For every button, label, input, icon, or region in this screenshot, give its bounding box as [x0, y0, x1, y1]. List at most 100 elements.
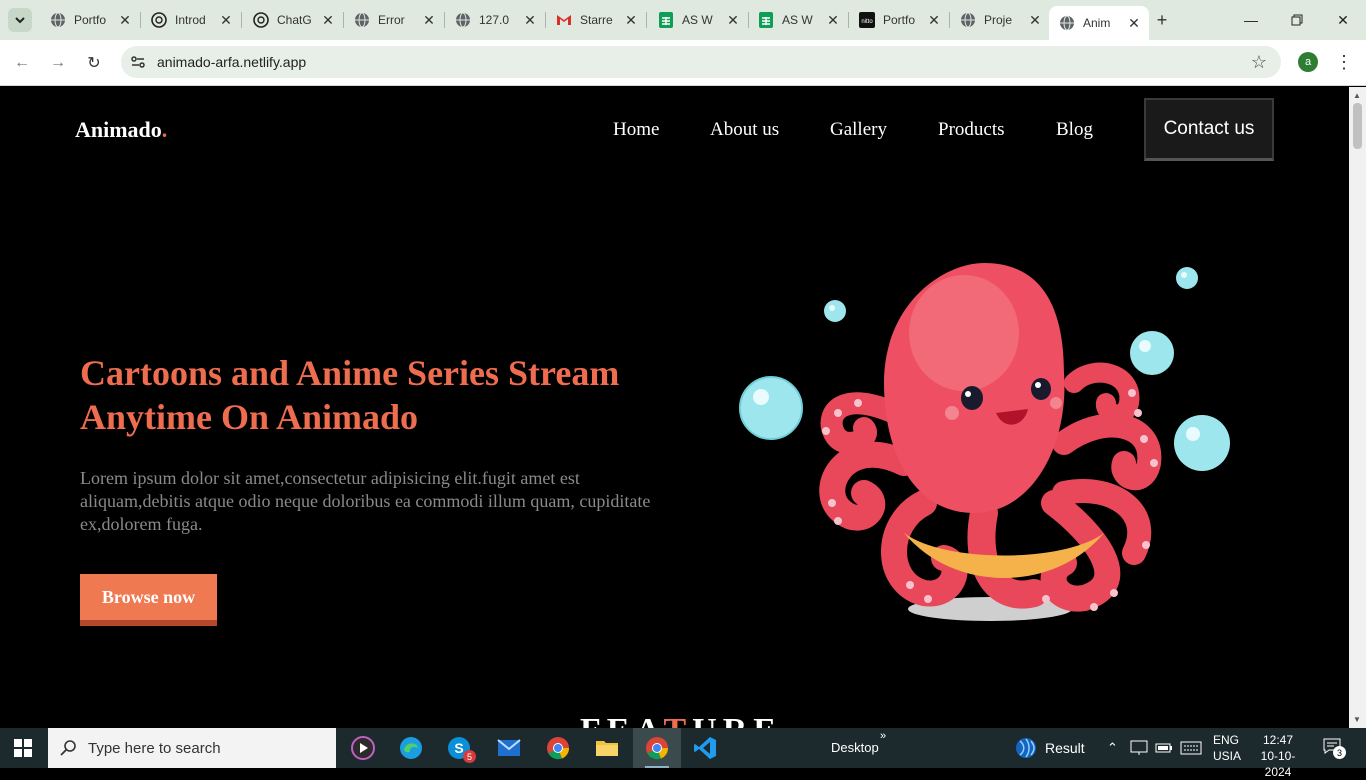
restore-button[interactable] [1282, 8, 1312, 32]
close-tab-icon[interactable]: ✕ [824, 11, 842, 29]
openai-icon [151, 12, 167, 28]
close-tab-icon[interactable]: ✕ [724, 11, 742, 29]
site-info-icon[interactable] [129, 53, 147, 71]
browser-tab[interactable]: nitto Portfo ✕ [849, 6, 950, 34]
reload-button[interactable]: ↻ [83, 52, 105, 74]
taskbar-search-box[interactable]: Type here to search [48, 728, 336, 768]
browser-tab[interactable]: Portfo ✕ [40, 6, 141, 34]
sheets-icon [758, 12, 774, 28]
nav-blog[interactable]: Blog [1056, 119, 1093, 141]
sheets-icon [658, 12, 674, 28]
feature-heading: FEATURE [580, 712, 782, 728]
forward-button[interactable]: → [47, 52, 69, 74]
tab-title: Starre [580, 13, 613, 27]
globe-icon [1059, 15, 1075, 31]
tab-title: Introd [175, 13, 206, 27]
close-tab-icon[interactable]: ✕ [116, 11, 134, 29]
tab-search-button[interactable] [8, 8, 32, 32]
close-tab-icon[interactable]: ✕ [217, 11, 235, 29]
notification-center[interactable]: 3 [1323, 738, 1346, 759]
clock-date: 10-10-2024 [1260, 749, 1296, 779]
browse-now-button[interactable]: Browse now [80, 574, 217, 626]
language-code: ENG [1213, 733, 1240, 747]
browser-tab[interactable]: AS W ✕ [748, 6, 849, 34]
battery-icon[interactable] [1155, 741, 1173, 755]
display-icon[interactable] [1130, 740, 1148, 756]
browser-tab[interactable]: Error ✕ [344, 6, 445, 34]
tab-title: Error [378, 13, 405, 27]
feature-heading-prefix: FEA [580, 712, 663, 728]
logo-dot: . [161, 117, 168, 142]
close-tab-icon[interactable]: ✕ [319, 11, 337, 29]
browser-tab[interactable]: AS W ✕ [648, 6, 749, 34]
windows-start-icon[interactable] [14, 739, 32, 757]
tab-title: ChatG [277, 13, 312, 27]
minimize-button[interactable]: — [1236, 8, 1266, 32]
bookmark-star-icon[interactable]: ☆ [1251, 52, 1267, 73]
close-tab-icon[interactable]: ✕ [420, 11, 438, 29]
tab-title: AS W [682, 13, 713, 27]
contact-us-button[interactable]: Contact us [1144, 98, 1274, 161]
chrome-profile-icon[interactable] [633, 728, 681, 768]
keyboard-icon[interactable] [1180, 741, 1202, 755]
skype-badge: 5 [463, 750, 476, 763]
close-tab-icon[interactable]: ✕ [925, 11, 943, 29]
close-tab-icon[interactable]: ✕ [521, 11, 539, 29]
close-tab-icon[interactable]: ✕ [1125, 14, 1143, 32]
cricket-ball-icon[interactable] [1015, 737, 1037, 759]
octopus-illustration [739, 263, 1230, 621]
omnibox[interactable]: animado-arfa.netlify.app ☆ [121, 46, 1281, 78]
feature-heading-suffix: URE [692, 712, 782, 728]
windows-taskbar: Type here to search S 5 Desktop » Result… [0, 728, 1366, 779]
logo-text: Animado [75, 117, 162, 142]
tab-title: AS W [782, 13, 813, 27]
openai-icon [253, 12, 269, 28]
svg-text:nitto: nitto [861, 19, 873, 25]
browser-menu-icon[interactable]: ⋮ [1335, 50, 1353, 74]
tab-title: Portfo [74, 13, 107, 27]
nav-about-us[interactable]: About us [710, 119, 779, 141]
profile-avatar[interactable]: a [1298, 52, 1318, 72]
show-hidden-icons-icon[interactable]: ⌃ [1107, 740, 1118, 756]
toolbar-expand-icon[interactable]: » [880, 730, 886, 742]
close-tab-icon[interactable]: ✕ [622, 11, 640, 29]
site-logo[interactable]: Animado. [75, 117, 167, 143]
hero-description: Lorem ipsum dolor sit amet,consectetur a… [80, 468, 651, 534]
page-scrollbar[interactable]: ▲ ▼ [1349, 87, 1366, 728]
search-icon [60, 740, 76, 756]
skype-icon[interactable]: S 5 [435, 728, 483, 768]
scrollbar-thumb[interactable] [1353, 103, 1362, 149]
new-tab-button[interactable]: + [1152, 10, 1172, 30]
desktop-toolbar-label[interactable]: Desktop [831, 740, 879, 755]
close-window-button[interactable]: ✕ [1328, 8, 1358, 32]
tab-title: Anim [1083, 16, 1111, 30]
browser-tab[interactable]: Anim ✕ [1049, 6, 1149, 40]
web-page: Animado. Home About us Gallery Products … [0, 87, 1349, 728]
browser-tab[interactable]: Proje ✕ [950, 6, 1050, 34]
scroll-down-arrow-icon[interactable]: ▼ [1353, 715, 1361, 724]
edge-icon[interactable] [387, 728, 435, 768]
file-explorer-icon[interactable] [583, 728, 631, 768]
nav-home[interactable]: Home [613, 119, 659, 141]
browser-tab[interactable]: ChatG ✕ [243, 6, 344, 34]
url-text[interactable]: animado-arfa.netlify.app [157, 54, 306, 70]
vscode-icon[interactable] [681, 728, 729, 768]
chevron-down-icon [15, 17, 25, 24]
chrome-icon[interactable] [534, 728, 582, 768]
taskbar-clock[interactable]: 12:47 10-10-2024 [1249, 732, 1307, 780]
back-button[interactable]: ← [11, 52, 33, 74]
nav-products[interactable]: Products [938, 119, 1005, 141]
globe-icon [354, 12, 370, 28]
browser-tab[interactable]: Introd ✕ [141, 6, 242, 34]
mail-icon[interactable] [485, 728, 533, 768]
close-tab-icon[interactable]: ✕ [1026, 11, 1044, 29]
news-widget-label[interactable]: Result [1045, 740, 1085, 756]
language-indicator[interactable]: ENG USIA [1213, 732, 1241, 764]
nav-gallery[interactable]: Gallery [830, 119, 887, 141]
media-player-icon[interactable] [339, 728, 387, 768]
scroll-up-arrow-icon[interactable]: ▲ [1353, 91, 1361, 100]
browser-tab[interactable]: 127.0 ✕ [445, 6, 546, 34]
globe-icon [455, 12, 471, 28]
browser-tab[interactable]: Starre ✕ [546, 6, 647, 34]
tab-separator [241, 12, 242, 28]
